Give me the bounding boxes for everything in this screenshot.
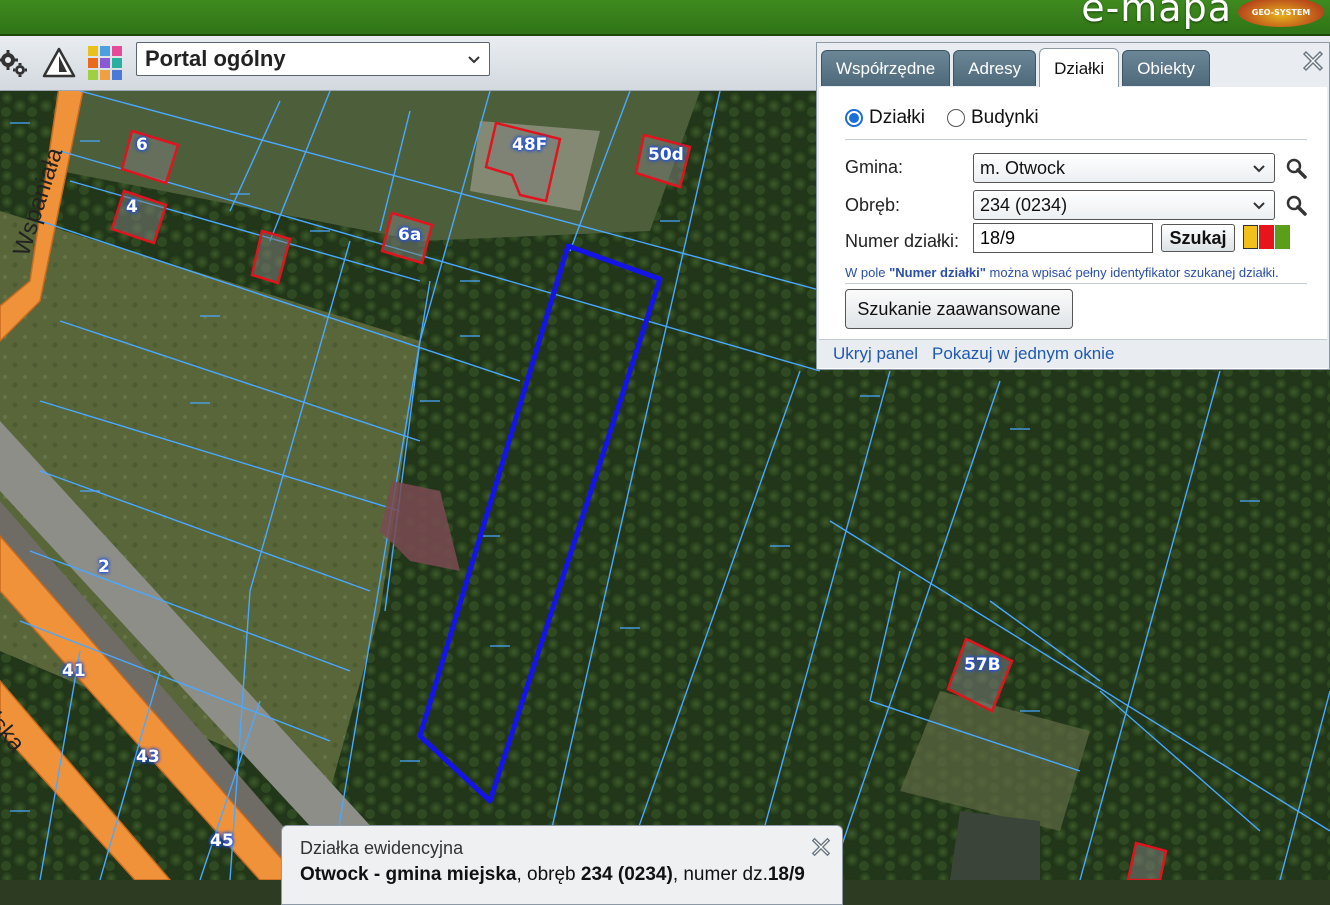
hint-prefix: W pole <box>845 265 890 280</box>
obreb-label: Obręb: <box>845 195 901 215</box>
portal-select-value: Portal ogólny <box>145 46 286 71</box>
color-grid-icon[interactable] <box>86 44 124 82</box>
gears-icon[interactable] <box>0 44 32 82</box>
chevron-down-icon <box>1253 202 1265 210</box>
tab-obiekty[interactable]: Obiekty <box>1122 50 1210 86</box>
hint-text: W pole "Numer działki" można wpisać pełn… <box>845 265 1279 280</box>
info-obreb: 234 (0234) <box>580 864 673 885</box>
panel-footer: Ukryj panel Pokazuj w jednym oknie <box>819 339 1327 368</box>
info-gmina: Otwock - gmina miejska <box>300 864 517 885</box>
search-panel: Współrzędne Adresy Działki Obiekty Dział… <box>816 42 1330 370</box>
gmina-select[interactable]: m. Otwock <box>973 153 1275 183</box>
address-label: 4 <box>126 197 138 217</box>
color-box-green[interactable] <box>1275 225 1290 249</box>
numer-label: Numer działki: <box>845 231 960 251</box>
gmina-label: Gmina: <box>845 157 904 177</box>
address-label: 45 <box>210 831 234 851</box>
hide-panel-link[interactable]: Ukryj panel <box>833 344 918 364</box>
tab-wspolrzedne[interactable]: Współrzędne <box>821 50 951 86</box>
info-numer-text: , numer dz. <box>672 864 768 885</box>
radio-budynki-label[interactable]: Budynki <box>971 107 1039 129</box>
address-label: 6a <box>398 225 422 245</box>
info-details: Otwock - gmina miejska, obręb 234 (0234)… <box>300 864 805 886</box>
single-window-link[interactable]: Pokazuj w jednym oknie <box>932 344 1114 364</box>
radio-dzialki-label[interactable]: Działki <box>869 107 925 129</box>
numer-dzialki-input[interactable] <box>973 223 1153 253</box>
radio-dzialki[interactable] <box>845 109 863 127</box>
address-label: 41 <box>62 661 86 681</box>
hint-suffix: można wpisać pełny identyfikator szukane… <box>985 265 1279 280</box>
close-icon[interactable] <box>810 836 832 858</box>
warning-icon[interactable] <box>40 44 78 82</box>
top-banner: e-mapa GEO-SYSTEM <box>0 0 1330 36</box>
tab-dzialki[interactable]: Działki <box>1039 48 1120 88</box>
search-type-radios: Działki Budynki <box>845 107 1039 129</box>
close-icon[interactable] <box>1301 49 1325 73</box>
szukaj-button[interactable]: Szukaj <box>1161 224 1235 252</box>
address-label: 50d <box>648 145 684 165</box>
tab-adresy[interactable]: Adresy <box>953 50 1037 86</box>
address-label: 48F <box>512 135 548 155</box>
address-label: 6 <box>136 135 148 155</box>
chevron-down-icon <box>1253 165 1265 173</box>
geosystem-badge: GEO-SYSTEM <box>1238 0 1324 27</box>
info-numer: 18/9 <box>767 864 805 885</box>
parcel-info-box: Działka ewidencyjna Otwock - gmina miejs… <box>281 825 843 905</box>
advanced-search-button[interactable]: Szukanie zaawansowane <box>845 289 1073 329</box>
emapa-logo: e-mapa GEO-SYSTEM <box>1081 0 1324 30</box>
address-label: 2 <box>98 557 110 577</box>
obreb-select-value: 234 (0234) <box>980 194 1068 215</box>
search-icon[interactable] <box>1285 194 1307 216</box>
panel-body: Działki Budynki Gmina: m. Otwock Obręb: … <box>819 87 1327 369</box>
divider <box>845 283 1307 284</box>
hint-bold: "Numer działki" <box>889 265 986 280</box>
address-label: 57B <box>964 655 1001 675</box>
address-label: 43 <box>136 747 160 767</box>
divider <box>845 139 1307 140</box>
search-icon[interactable] <box>1285 157 1307 179</box>
panel-tabs: Współrzędne Adresy Działki Obiekty <box>821 48 1210 88</box>
color-box-yellow[interactable] <box>1243 225 1258 249</box>
badge-text: GEO-SYSTEM <box>1251 7 1311 17</box>
obreb-select[interactable]: 234 (0234) <box>973 190 1275 220</box>
chevron-down-icon <box>468 56 480 64</box>
gmina-select-value: m. Otwock <box>980 157 1066 178</box>
info-title: Działka ewidencyjna <box>300 838 464 858</box>
info-obreb-text: , obręb <box>516 864 581 885</box>
color-box-red[interactable] <box>1259 225 1274 249</box>
radio-budynki[interactable] <box>946 109 965 127</box>
portal-select[interactable]: Portal ogólny <box>136 42 490 76</box>
logo-text: e-mapa <box>1081 0 1232 30</box>
